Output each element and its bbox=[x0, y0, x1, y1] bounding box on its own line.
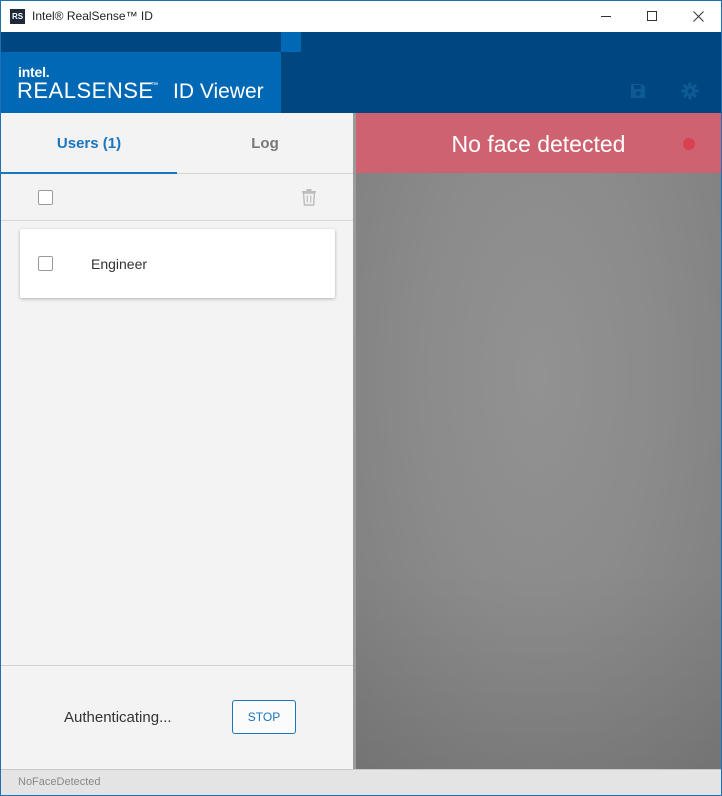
recording-indicator bbox=[683, 138, 695, 150]
title-bar[interactable]: RS Intel® RealSense™ ID bbox=[1, 1, 721, 32]
users-list: Engineer bbox=[9, 221, 347, 659]
app-icon: RS bbox=[10, 9, 25, 24]
app-window: RS Intel® RealSense™ ID intel. REALSENSE… bbox=[0, 0, 722, 796]
maximize-icon bbox=[646, 11, 657, 21]
users-toolbar bbox=[1, 174, 353, 221]
user-card[interactable]: Engineer bbox=[20, 229, 335, 298]
status-bar: NoFaceDetected bbox=[1, 769, 721, 795]
maximize-button[interactable] bbox=[629, 1, 675, 32]
camera-preview: No face detected bbox=[356, 113, 721, 769]
minimize-button[interactable] bbox=[583, 1, 629, 32]
auth-status-text: Authenticating... bbox=[64, 709, 172, 726]
tab-log[interactable]: Log bbox=[177, 113, 353, 173]
window-title: Intel® RealSense™ ID bbox=[32, 9, 153, 23]
app-name: ID Viewer bbox=[173, 80, 264, 103]
save-button[interactable] bbox=[629, 82, 647, 100]
brand-logo: intel. REALSENSE ™ ID Viewer bbox=[1, 52, 281, 113]
users-panel: Users (1) Log Engineer Authenticating...… bbox=[1, 113, 353, 770]
close-icon bbox=[692, 11, 704, 22]
user-checkbox[interactable] bbox=[38, 256, 53, 271]
tab-bar: Users (1) Log bbox=[1, 113, 353, 174]
tab-users[interactable]: Users (1) bbox=[1, 113, 177, 174]
trash-icon bbox=[302, 189, 316, 206]
stop-button[interactable]: STOP bbox=[232, 700, 296, 734]
status-bar-text: NoFaceDetected bbox=[18, 776, 101, 788]
realsense-logo-text: REALSENSE bbox=[17, 78, 154, 103]
settings-button[interactable] bbox=[681, 82, 699, 100]
gear-icon bbox=[681, 82, 699, 100]
close-button[interactable] bbox=[675, 1, 721, 32]
minimize-icon bbox=[600, 16, 611, 17]
header-accent bbox=[281, 32, 301, 52]
delete-users-button[interactable] bbox=[301, 188, 317, 206]
app-header: intel. REALSENSE ™ ID Viewer bbox=[1, 32, 721, 113]
detection-status-text: No face detected bbox=[451, 131, 626, 157]
save-icon bbox=[631, 84, 645, 98]
detection-banner: No face detected bbox=[356, 113, 721, 173]
trademark-symbol: ™ bbox=[151, 82, 158, 89]
auth-footer: Authenticating... STOP bbox=[1, 665, 353, 770]
select-all-checkbox[interactable] bbox=[38, 190, 53, 205]
user-name: Engineer bbox=[91, 256, 148, 272]
